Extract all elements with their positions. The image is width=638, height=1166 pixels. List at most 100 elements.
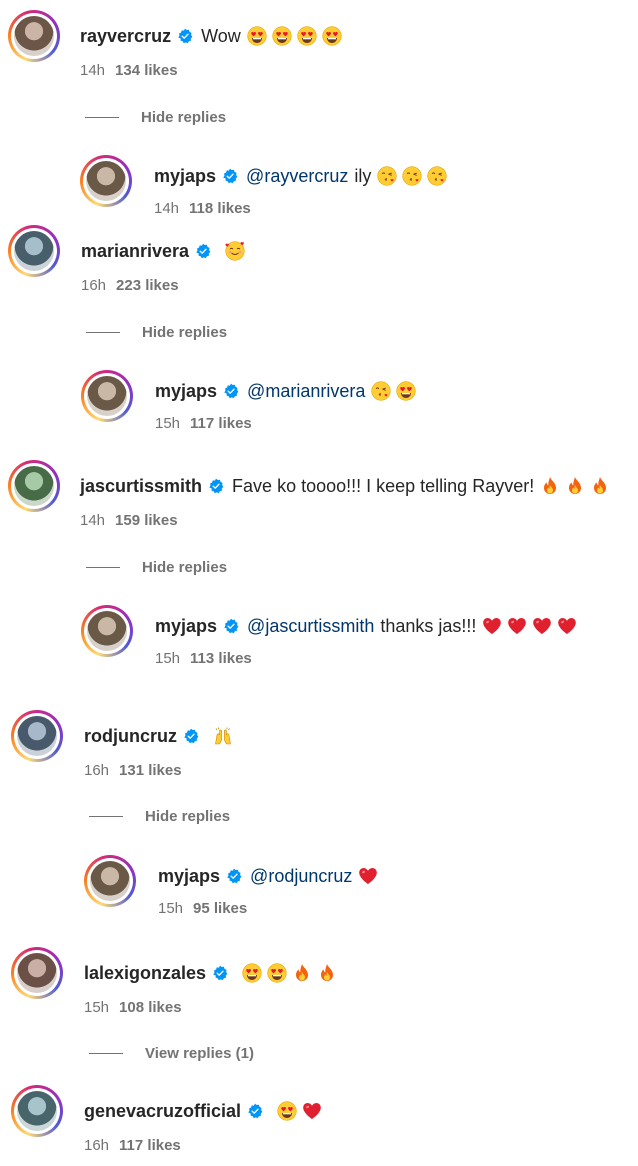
- timestamp: 16h: [84, 762, 110, 779]
- likes-count[interactable]: 131 likes: [119, 762, 182, 779]
- comment-meta: 16h 131 likes: [84, 761, 182, 781]
- mention-link[interactable]: @rodjuncruz: [250, 864, 352, 888]
- likes-count[interactable]: 95 likes: [193, 900, 247, 917]
- timestamp: 14h: [80, 62, 106, 79]
- comment-text: Fave ko toooo!!! I keep telling Rayver!: [232, 476, 535, 496]
- replies-toggle-label: Hide replies: [145, 808, 231, 825]
- timestamp: 14h: [80, 512, 106, 529]
- kiss-emoji-icon: [377, 166, 397, 186]
- red-heart-emoji-icon: [533, 618, 552, 634]
- comment-meta: 14h 118 likes: [154, 199, 251, 219]
- verified-badge-icon: [248, 1103, 263, 1119]
- heart-eyes-emoji-icon: [322, 26, 342, 46]
- verified-badge-icon: [227, 868, 242, 884]
- timestamp: 14h: [154, 200, 180, 217]
- username-link[interactable]: rayvercruz: [80, 24, 171, 48]
- username-link[interactable]: myjaps: [155, 379, 217, 403]
- kiss-emoji-icon: [402, 166, 422, 186]
- red-heart-emoji-icon: [483, 618, 502, 634]
- verified-badge-icon: [224, 618, 239, 634]
- comment-body: genevacruzofficial: [84, 1099, 322, 1123]
- likes-count[interactable]: 117 likes: [119, 1137, 181, 1154]
- divider-line: [86, 332, 120, 333]
- mention-link[interactable]: @jascurtissmith: [247, 614, 374, 638]
- avatar[interactable]: [8, 225, 60, 277]
- fire-emoji-icon: [569, 477, 582, 494]
- username-link[interactable]: rodjuncruz: [84, 724, 177, 748]
- hide-replies-button[interactable]: Hide replies: [86, 324, 227, 341]
- hide-replies-button[interactable]: Hide replies: [85, 109, 226, 126]
- fire-emoji-icon: [321, 964, 334, 981]
- verified-badge-icon: [196, 243, 211, 259]
- verified-badge-icon: [178, 28, 193, 44]
- comment-text: Wow: [201, 26, 241, 46]
- replies-toggle-label: View replies (1): [145, 1045, 254, 1062]
- avatar[interactable]: [8, 460, 60, 512]
- timestamp: 15h: [158, 900, 184, 917]
- red-heart-emoji-icon: [508, 618, 527, 634]
- likes-count[interactable]: 117 likes: [190, 415, 252, 432]
- heart-eyes-emoji-icon: [297, 26, 317, 46]
- comment-body: myjaps @jascurtissmith thanks jas!!!: [155, 614, 577, 638]
- avatar[interactable]: [11, 1085, 63, 1137]
- divider-line: [86, 567, 120, 568]
- mention-link[interactable]: @marianrivera: [247, 379, 365, 403]
- comment-meta: 15h 113 likes: [155, 649, 252, 669]
- avatar[interactable]: [11, 947, 63, 999]
- hide-replies-button[interactable]: Hide replies: [89, 808, 230, 825]
- divider-line: [89, 1053, 123, 1054]
- comment-body: rayvercruz Wow: [80, 24, 342, 48]
- username-link[interactable]: jascurtissmith: [80, 474, 202, 498]
- avatar[interactable]: [8, 10, 60, 62]
- comment-meta: 14h 159 likes: [80, 511, 178, 531]
- username-link[interactable]: myjaps: [158, 864, 220, 888]
- heart-eyes-emoji-icon: [267, 963, 287, 983]
- view-replies-button[interactable]: View replies (1): [89, 1045, 254, 1062]
- likes-count[interactable]: 159 likes: [115, 512, 178, 529]
- likes-count[interactable]: 113 likes: [190, 650, 252, 667]
- hide-replies-button[interactable]: Hide replies: [86, 559, 227, 576]
- heart-eyes-emoji-icon: [396, 381, 416, 401]
- verified-badge-icon: [213, 965, 228, 981]
- replies-toggle-label: Hide replies: [142, 324, 228, 341]
- comment-meta: 16h 223 likes: [81, 276, 179, 296]
- likes-count[interactable]: 118 likes: [189, 200, 251, 217]
- heart-eyes-emoji-icon: [277, 1101, 297, 1121]
- comment-text: ily: [354, 166, 372, 186]
- username-link[interactable]: myjaps: [155, 614, 217, 638]
- fire-emoji-icon: [296, 964, 309, 981]
- hearts-face-emoji-icon: [225, 241, 245, 261]
- username-link[interactable]: myjaps: [154, 164, 216, 188]
- comment-body: lalexigonzales: [84, 961, 337, 985]
- comment-body: jascurtissmith Fave ko toooo!!! I keep te…: [80, 474, 610, 498]
- comment-meta: 15h 117 likes: [155, 414, 252, 434]
- likes-count[interactable]: 223 likes: [116, 277, 179, 294]
- comment-meta: 15h 108 likes: [84, 998, 182, 1018]
- timestamp: 16h: [84, 1137, 110, 1154]
- avatar[interactable]: [11, 710, 63, 762]
- avatar[interactable]: [81, 370, 133, 422]
- replies-toggle-label: Hide replies: [142, 559, 228, 576]
- timestamp: 15h: [155, 415, 181, 432]
- comment-meta: 16h 117 likes: [84, 1136, 181, 1156]
- avatar[interactable]: [80, 155, 132, 207]
- fire-emoji-icon: [594, 477, 607, 494]
- username-link[interactable]: lalexigonzales: [84, 961, 206, 985]
- avatar[interactable]: [84, 855, 136, 907]
- comment-body: myjaps @rayvercruz ily: [154, 164, 447, 188]
- verified-badge-icon: [223, 168, 238, 184]
- mention-link[interactable]: @rayvercruz: [246, 164, 348, 188]
- kiss-emoji-icon: [427, 166, 447, 186]
- comment-body: rodjuncruz: [84, 724, 233, 748]
- avatar[interactable]: [81, 605, 133, 657]
- red-heart-emoji-icon: [303, 1103, 321, 1119]
- username-link[interactable]: marianrivera: [81, 239, 189, 263]
- comment-body: marianrivera: [81, 239, 245, 263]
- likes-count[interactable]: 108 likes: [119, 999, 182, 1016]
- likes-count[interactable]: 134 likes: [115, 62, 178, 79]
- timestamp: 15h: [155, 650, 181, 667]
- red-heart-emoji-icon: [558, 618, 577, 634]
- verified-badge-icon: [224, 383, 239, 399]
- username-link[interactable]: genevacruzofficial: [84, 1099, 241, 1123]
- comment-text: thanks jas!!!: [380, 616, 477, 636]
